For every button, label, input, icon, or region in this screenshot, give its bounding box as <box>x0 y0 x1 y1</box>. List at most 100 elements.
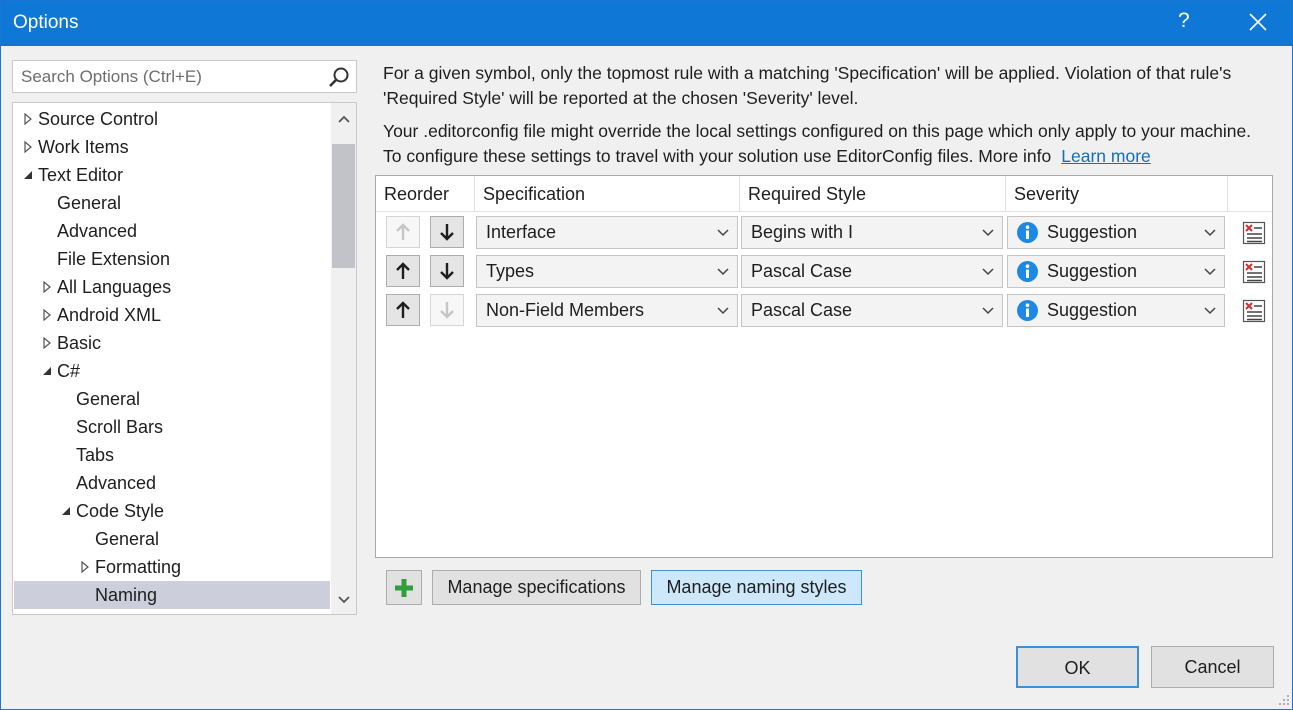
tree-item[interactable]: Scroll Bars <box>14 413 330 441</box>
tree-scrollbar[interactable] <box>331 103 356 614</box>
specification-dropdown[interactable]: Interface <box>476 216 738 249</box>
move-down-button[interactable] <box>430 294 464 326</box>
info-icon <box>1017 261 1038 282</box>
close-icon <box>1249 13 1267 31</box>
naming-rule-row: Types Pascal Case Suggestion <box>376 252 1272 288</box>
help-button[interactable]: ? <box>1178 9 1190 33</box>
collapsed-arrow-icon[interactable] <box>79 561 91 573</box>
tree-item[interactable]: C# <box>14 357 330 385</box>
tree-item[interactable]: Code Style <box>14 497 330 525</box>
severity-dropdown[interactable]: Suggestion <box>1007 255 1225 288</box>
collapsed-arrow-icon[interactable] <box>22 113 34 125</box>
move-down-button[interactable] <box>430 255 464 287</box>
collapsed-arrow-icon[interactable] <box>22 141 34 153</box>
info-icon <box>1017 222 1038 243</box>
arrow-down-icon <box>440 263 454 280</box>
tree-item[interactable]: General <box>14 385 330 413</box>
tree-item-label: File Extension <box>57 249 171 269</box>
tree-item-label: Code Style <box>76 501 165 521</box>
tree-item[interactable]: Advanced <box>14 217 330 245</box>
remove-rule-icon[interactable] <box>1242 260 1266 284</box>
collapsed-arrow-icon[interactable] <box>41 337 53 349</box>
move-down-button[interactable] <box>430 216 464 248</box>
tree-item-label: General <box>76 389 141 409</box>
collapsed-arrow-icon[interactable] <box>41 309 53 321</box>
scroll-up-icon[interactable] <box>337 112 351 126</box>
remove-rule-icon[interactable] <box>1242 221 1266 245</box>
specification-dropdown[interactable]: Types <box>476 255 738 288</box>
tree-item-label: Basic <box>57 333 102 353</box>
info-icon <box>1017 300 1038 321</box>
naming-rule-row: Interface Begins with I Suggestion <box>376 213 1272 249</box>
tree-item-label: Tabs <box>76 445 115 465</box>
move-up-button[interactable] <box>386 294 420 326</box>
add-rule-button[interactable] <box>386 570 422 605</box>
collapsed-arrow-icon[interactable] <box>41 281 53 293</box>
tree-item[interactable]: File Extension <box>14 245 330 273</box>
specification-value: Types <box>486 261 535 281</box>
severity-dropdown[interactable]: Suggestion <box>1007 294 1225 327</box>
scroll-down-icon[interactable] <box>337 593 351 607</box>
expanded-arrow-icon[interactable] <box>41 365 53 377</box>
required-style-dropdown[interactable]: Begins with I <box>741 216 1003 249</box>
tree-item-label: Work Items <box>38 137 129 157</box>
tree-item-label: All Languages <box>57 277 172 297</box>
arrow-down-icon <box>440 224 454 241</box>
tree-item[interactable]: Text Editor <box>14 161 330 189</box>
search-icon[interactable] <box>328 66 350 88</box>
tree-item-label: Naming <box>95 585 158 605</box>
chevron-down-icon <box>1204 268 1216 276</box>
tree-item[interactable]: Work Items <box>14 133 330 161</box>
tree-item[interactable]: All Languages <box>14 273 330 301</box>
scroll-thumb[interactable] <box>332 144 355 268</box>
options-dialog: Options ? Source Control Work Items Text E… <box>0 0 1293 710</box>
tree-item[interactable]: Source Control <box>14 105 330 133</box>
remove-rule-icon[interactable] <box>1242 299 1266 323</box>
severity-dropdown[interactable]: Suggestion <box>1007 216 1225 249</box>
arrow-up-icon <box>396 301 410 318</box>
tree-item-label: Scroll Bars <box>76 417 164 437</box>
tree-item-label: Formatting <box>95 557 182 577</box>
header-specification: Specification <box>475 176 740 212</box>
tree-item[interactable]: Naming <box>14 581 330 609</box>
tree-item[interactable]: Formatting <box>14 553 330 581</box>
options-tree: Source Control Work Items Text Editor Gener… <box>12 102 357 615</box>
ok-button[interactable]: OK <box>1016 646 1139 688</box>
tree-item[interactable]: Advanced <box>14 469 330 497</box>
chevron-down-icon <box>982 307 994 315</box>
expanded-arrow-icon[interactable] <box>22 169 34 181</box>
close-button[interactable] <box>1241 8 1275 38</box>
search-box <box>12 60 357 93</box>
chevron-down-icon <box>1204 229 1216 237</box>
tree-item-label: General <box>95 529 160 549</box>
header-reorder: Reorder <box>376 176 475 212</box>
tree-item-label: C# <box>57 361 81 381</box>
move-up-button[interactable] <box>386 255 420 287</box>
cancel-button[interactable]: Cancel <box>1151 646 1274 688</box>
specification-dropdown[interactable]: Non-Field Members <box>476 294 738 327</box>
required-style-dropdown[interactable]: Pascal Case <box>741 294 1003 327</box>
tree-item[interactable]: Basic <box>14 329 330 357</box>
tree-item[interactable]: Tabs <box>14 441 330 469</box>
tree-item[interactable]: Android XML <box>14 301 330 329</box>
tree-item-label: Source Control <box>38 109 159 129</box>
move-up-button[interactable] <box>386 216 420 248</box>
manage-naming-styles-button[interactable]: Manage naming styles <box>651 570 862 605</box>
required-style-value: Begins with I <box>751 222 854 242</box>
manage-specifications-button[interactable]: Manage specifications <box>432 570 641 605</box>
arrow-down-icon <box>440 302 454 319</box>
tree-item[interactable]: General <box>14 189 330 217</box>
resize-grip-icon[interactable] <box>1277 693 1291 707</box>
expanded-arrow-icon[interactable] <box>60 505 72 517</box>
search-input[interactable] <box>19 65 319 89</box>
header-severity: Severity <box>1006 176 1228 212</box>
chevron-down-icon <box>982 268 994 276</box>
required-style-dropdown[interactable]: Pascal Case <box>741 255 1003 288</box>
title-bar: Options ? <box>1 1 1292 46</box>
tree-item[interactable]: General <box>14 525 330 553</box>
grid-header: Reorder Specification Required Style Sev… <box>376 176 1272 212</box>
learn-more-link[interactable]: Learn more <box>1061 146 1151 166</box>
arrow-up-icon <box>396 223 410 240</box>
tree-item-label: Advanced <box>57 221 138 241</box>
chevron-down-icon <box>717 268 729 276</box>
